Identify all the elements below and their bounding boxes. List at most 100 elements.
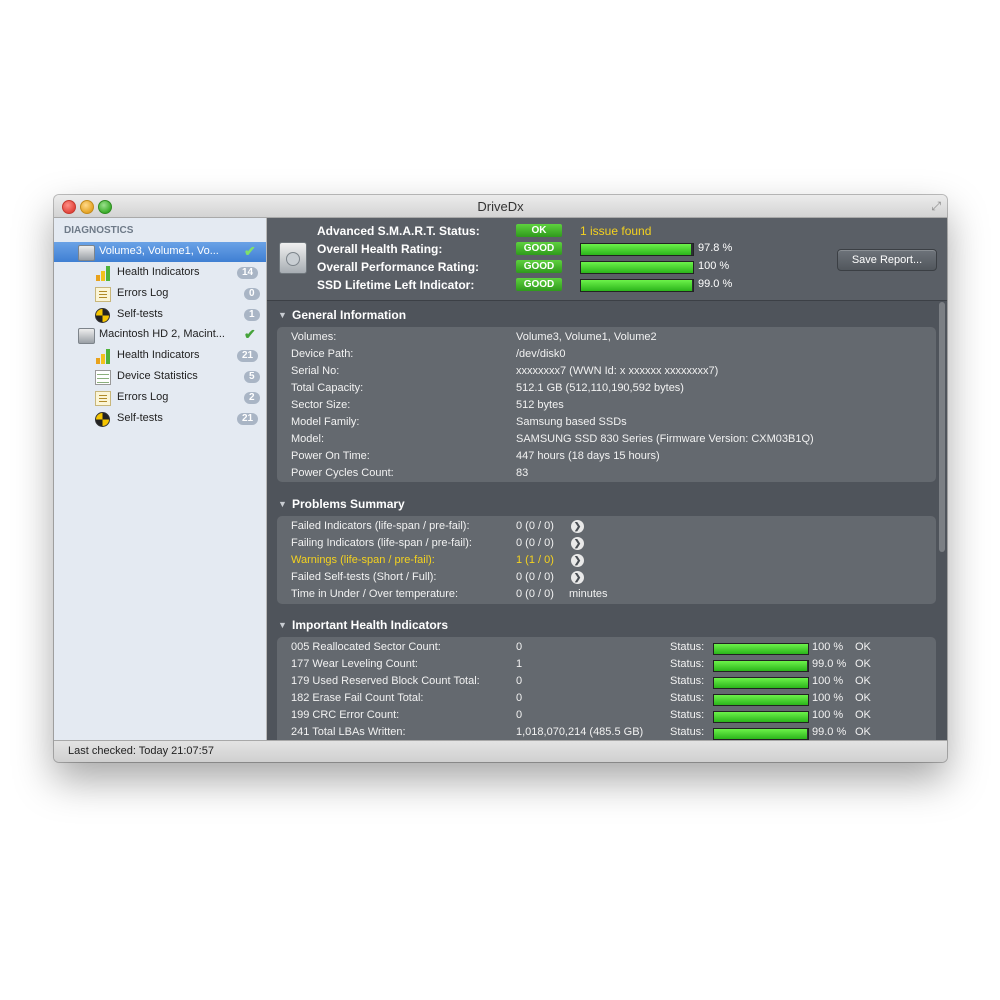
go-arrow-icon[interactable]: ❯ [571, 537, 584, 550]
health-bars-icon [95, 349, 111, 364]
go-arrow-icon[interactable]: ❯ [571, 571, 584, 584]
sidebar-item-health-indicators[interactable]: Health Indicators 21 [54, 346, 266, 366]
info-key: Power Cycles Count: [291, 467, 394, 479]
info-key: Power On Time: [291, 450, 370, 462]
sidebar-item-errors-log[interactable]: Errors Log 0 [54, 284, 266, 304]
sidebar-item-label: Health Indicators [117, 349, 200, 361]
count-badge: 14 [237, 267, 259, 279]
indicator-percent: 100 % [812, 709, 844, 721]
indicator-state: OK [855, 658, 871, 670]
problem-value: 0 (0 / 0) [516, 571, 554, 583]
performance-percent: 100 % [698, 260, 730, 272]
indicator-state: OK [855, 692, 871, 704]
indicator-name: 241 Total LBAs Written: [291, 726, 406, 738]
info-value: Samsung based SSDs [516, 416, 627, 428]
info-key: Total Capacity: [291, 382, 364, 394]
app-window: DriveDx ⤢ DIAGNOSTICS Volume3, Volume1, … [54, 195, 947, 762]
indicator-name: 179 Used Reserved Block Count Total: [291, 675, 480, 687]
problem-row-warning: Warnings (life-span / pre-fail): 1 (1 / 0… [277, 552, 936, 569]
sidebar: DIAGNOSTICS Volume3, Volume1, Vo... ✔ He… [54, 218, 267, 740]
info-key: Model Family: [291, 416, 360, 428]
sidebar-item-label: Errors Log [117, 391, 169, 403]
health-indicator-row[interactable]: 005 Reallocated Sector Count: 0 Status: 100… [277, 639, 936, 656]
info-row: Volumes: Volume3, Volume1, Volume2 [277, 329, 936, 346]
health-indicators-header[interactable]: ▼ Important Health Indicators [267, 614, 937, 636]
title-bar: DriveDx ⤢ [54, 195, 947, 218]
problem-row: Failed Self-tests (Short / Full): 0 (0 / … [277, 569, 936, 586]
info-key: Volumes: [291, 331, 337, 343]
indicator-percent: 100 % [812, 641, 844, 653]
indicator-percent: 100 % [812, 675, 844, 687]
health-indicator-row[interactable]: 177 Wear Leveling Count: 1 Status: 99.0 % OK [277, 656, 936, 673]
problem-value: 1 (1 / 0) [516, 554, 554, 566]
sidebar-item-label: Errors Log [117, 287, 169, 299]
vertical-scrollbar[interactable] [939, 302, 945, 552]
smart-status-label: Advanced S.M.A.R.T. Status: [317, 224, 480, 238]
status-label: Status: [670, 641, 705, 653]
problem-value: 0 (0 / 0) [516, 537, 554, 549]
indicator-progress-bar [713, 711, 809, 723]
status-badge: GOOD [516, 278, 562, 291]
sidebar-item-errors-log[interactable]: Errors Log 2 [54, 388, 266, 408]
sidebar-item-self-tests[interactable]: Self-tests 21 [54, 409, 266, 429]
indicator-value: 0 [516, 692, 523, 704]
count-badge: 21 [237, 413, 259, 425]
indicator-state: OK [855, 709, 871, 721]
general-information-header[interactable]: ▼ General Information [267, 304, 937, 326]
status-label: Status: [670, 675, 705, 687]
sidebar-drive-2[interactable]: Macintosh HD 2, Macint... ✔ [54, 325, 266, 345]
info-key: Model: [291, 433, 325, 445]
status-badge: OK [516, 224, 562, 237]
sidebar-drive-1[interactable]: Volume3, Volume1, Vo... ✔ [54, 242, 266, 262]
indicator-name: 199 CRC Error Count: [291, 709, 400, 721]
sidebar-item-label: Self-tests [117, 412, 163, 424]
health-indicator-row[interactable]: 179 Used Reserved Block Count Total: 0 Sta… [277, 673, 936, 690]
info-row: Total Capacity: 512.1 GB (512,110,190,592… [277, 380, 936, 397]
problems-summary-header[interactable]: ▼ Problems Summary [267, 493, 937, 515]
disclosure-triangle-icon[interactable]: ▼ [278, 310, 287, 320]
problem-key: Failed Self-tests (Short / Full): [291, 571, 437, 583]
health-indicator-row[interactable]: 182 Erase Fail Count Total: 0 Status: 100 %… [277, 690, 936, 707]
count-badge: 21 [237, 350, 259, 362]
disk-icon [78, 328, 95, 344]
problems-summary-panel: Failed Indicators (life-span / pre-fail)… [277, 516, 936, 604]
go-arrow-icon[interactable]: ❯ [571, 520, 584, 533]
sidebar-item-label: Health Indicators [117, 266, 200, 278]
indicator-progress-bar [713, 660, 809, 672]
sidebar-item-self-tests[interactable]: Self-tests 1 [54, 305, 266, 325]
info-row: Model: SAMSUNG SSD 830 Series (Firmware V… [277, 431, 936, 448]
last-checked-text: Last checked: Today 21:07:57 [68, 745, 214, 757]
status-label: Status: [670, 726, 705, 738]
disk-icon [78, 245, 95, 261]
indicator-progress-bar [713, 728, 809, 740]
go-arrow-icon[interactable]: ❯ [571, 554, 584, 567]
count-badge: 0 [244, 288, 260, 300]
save-report-button[interactable]: Save Report... [837, 249, 937, 271]
health-indicator-row[interactable]: 199 CRC Error Count: 0 Status: 100 % OK [277, 707, 936, 724]
health-indicator-row[interactable]: 241 Total LBAs Written: 1,018,070,214 (48… [277, 724, 936, 740]
statistics-icon [95, 370, 111, 385]
disclosure-triangle-icon[interactable]: ▼ [278, 499, 287, 509]
ssd-lifetime-label: SSD Lifetime Left Indicator: [317, 278, 475, 292]
section-title: Problems Summary [292, 497, 405, 511]
ssd-lifetime-progress-bar [580, 279, 694, 292]
indicator-percent: 99.0 % [812, 726, 847, 738]
indicator-value: 0 [516, 675, 523, 687]
sidebar-header: DIAGNOSTICS [64, 225, 134, 236]
disclosure-triangle-icon[interactable]: ▼ [278, 620, 287, 630]
sidebar-item-health-indicators[interactable]: Health Indicators 14 [54, 263, 266, 283]
sidebar-item-device-statistics[interactable]: Device Statistics 5 [54, 367, 266, 387]
sidebar-item-label: Self-tests [117, 308, 163, 320]
status-label: Status: [670, 692, 705, 704]
checkmark-icon: ✔ [244, 326, 256, 342]
indicator-state: OK [855, 675, 871, 687]
health-percent: 97.8 % [698, 242, 733, 254]
problem-row: Failed Indicators (life-span / pre-fail)… [277, 518, 936, 535]
main-content[interactable]: Advanced S.M.A.R.T. Status: OK 1 issue f… [267, 218, 947, 740]
fullscreen-icon[interactable]: ⤢ [931, 199, 941, 214]
checkmark-icon: ✔ [244, 243, 256, 259]
general-information-panel: Volumes: Volume3, Volume1, Volume2 Device… [277, 327, 936, 482]
ssd-lifetime-row: SSD Lifetime Left Indicator: GOOD 99.0 % [267, 276, 947, 294]
indicator-name: 177 Wear Leveling Count: [291, 658, 418, 670]
ssd-lifetime-percent: 99.0 % [698, 278, 733, 290]
